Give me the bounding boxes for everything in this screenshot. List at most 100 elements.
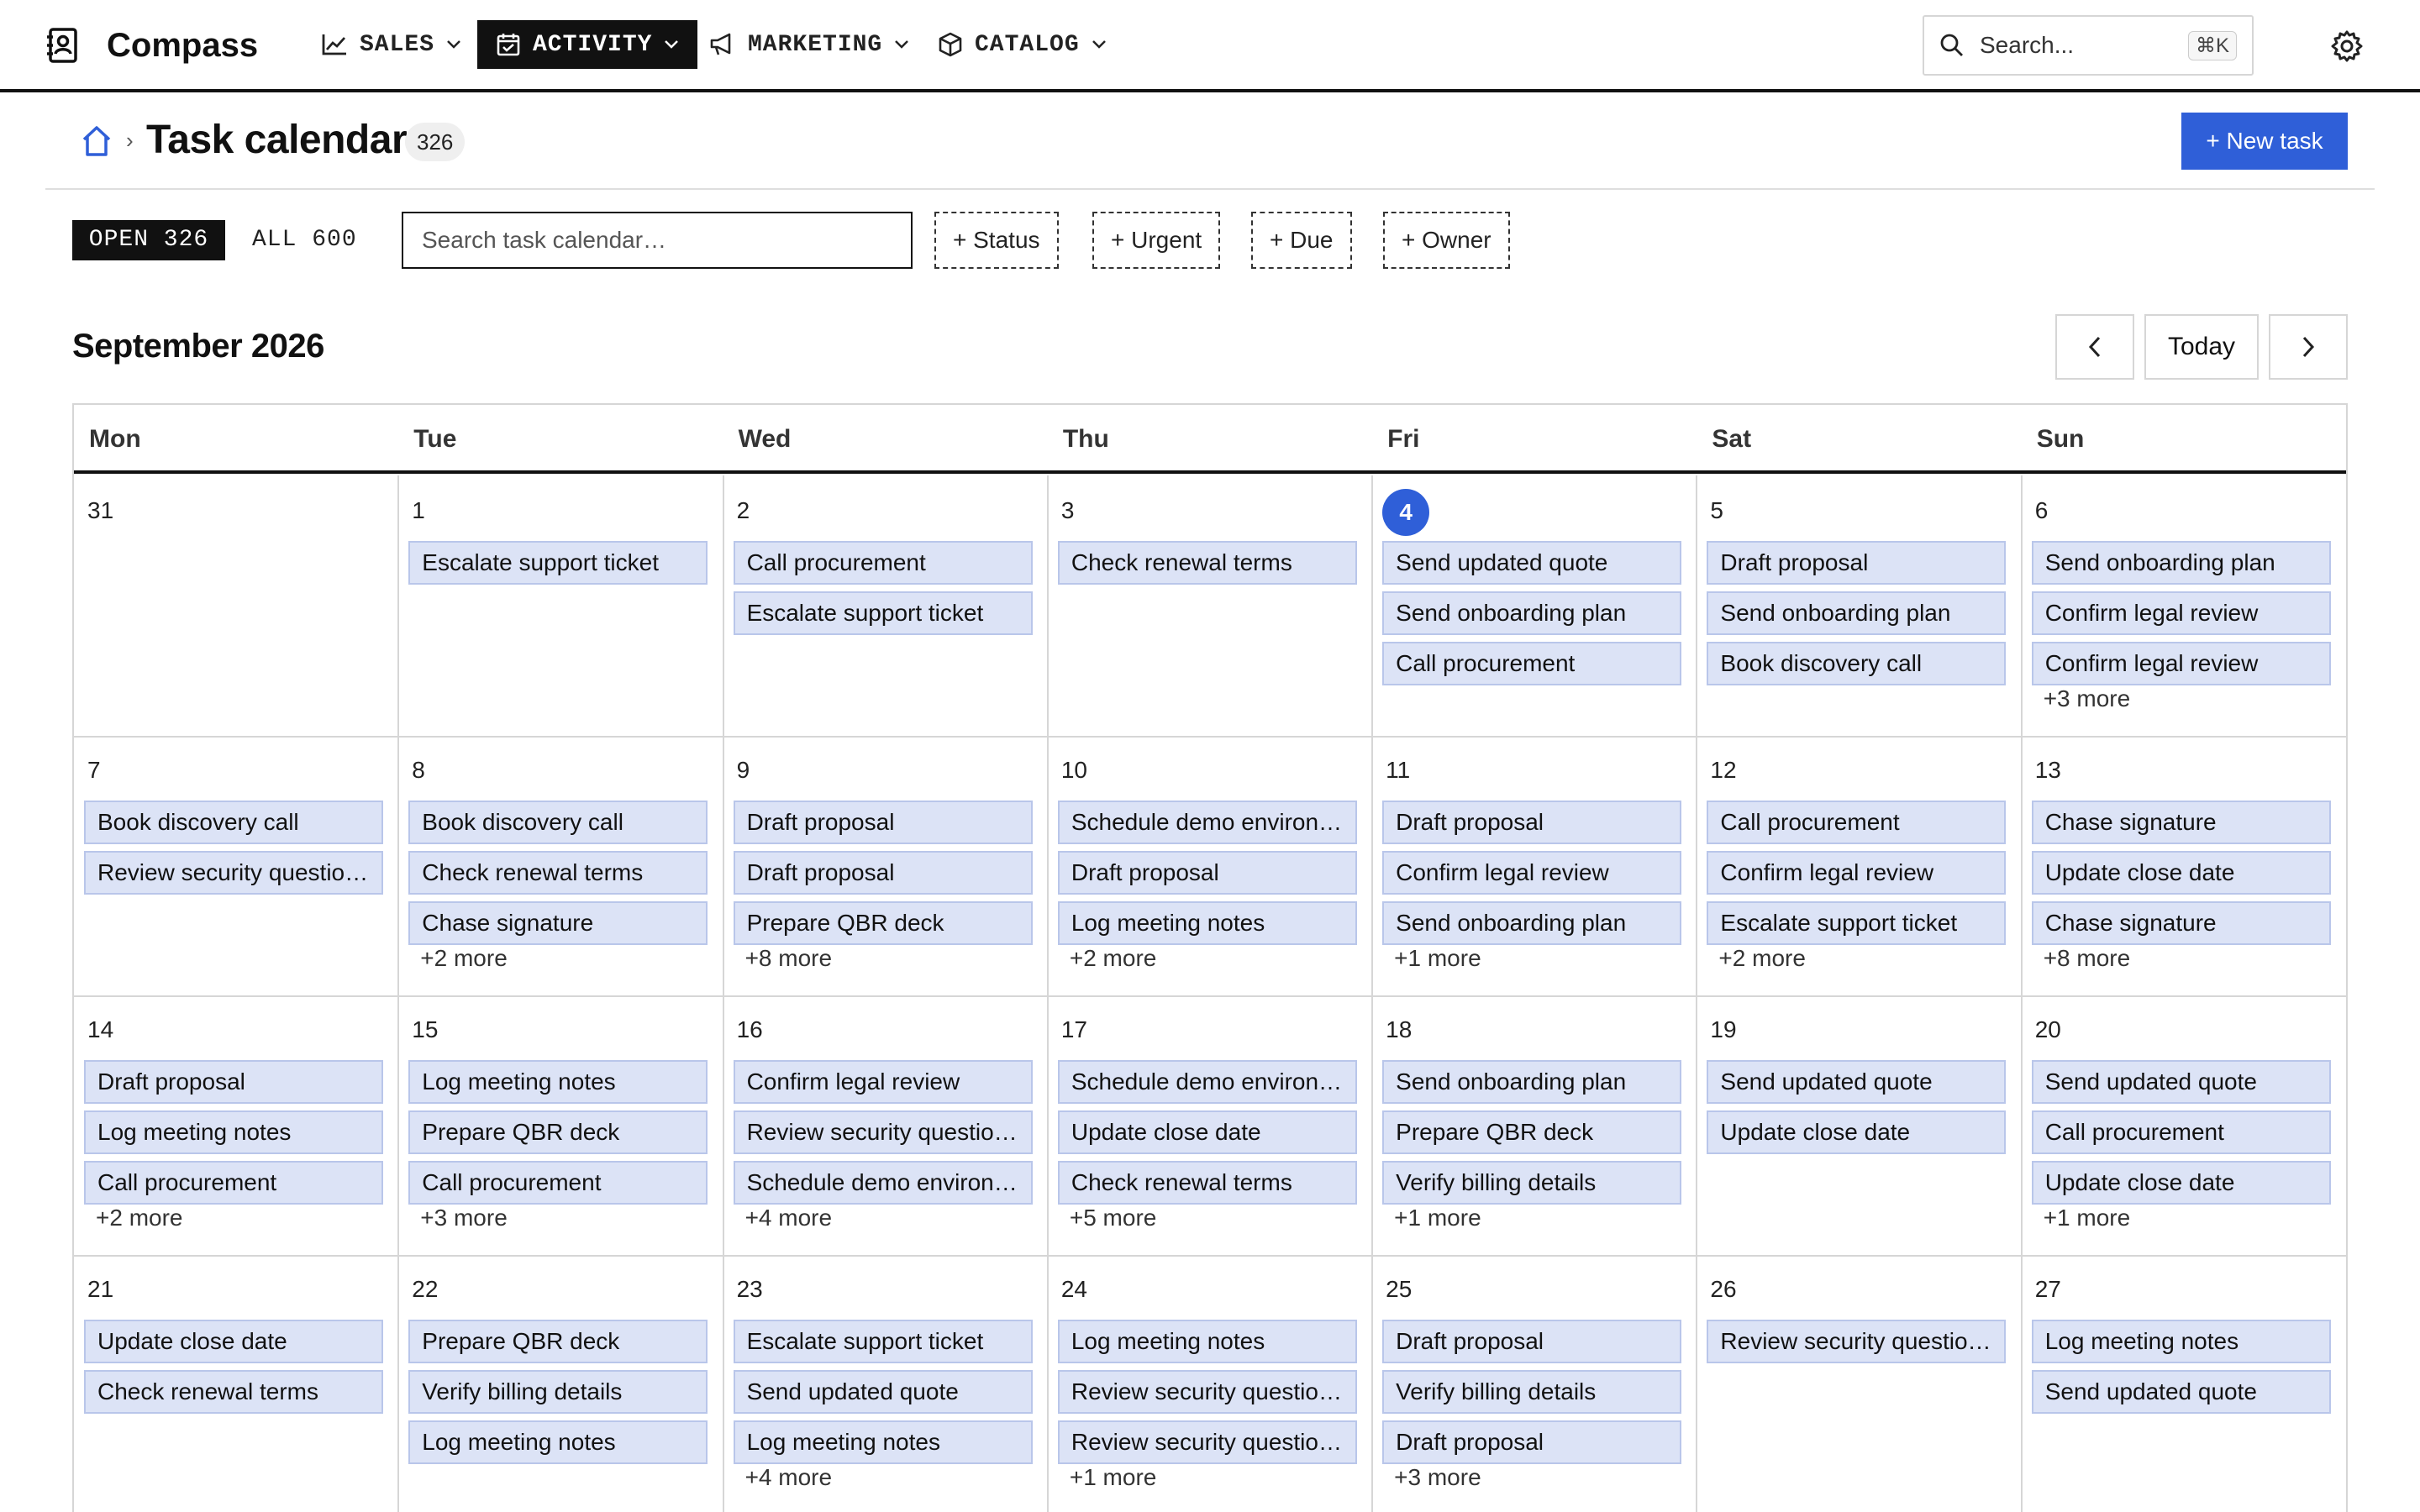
filter-segment-all[interactable]: ALL 600 — [252, 220, 357, 260]
task-chip[interactable]: Draft proposal — [1382, 801, 1682, 844]
task-chip[interactable]: Check renewal terms — [408, 851, 708, 895]
day-cell[interactable]: 20 Send updated quote Call procurement Upda… — [2022, 996, 2346, 1256]
day-cell[interactable]: 31 — [74, 477, 398, 737]
task-chip[interactable]: Update close date — [1707, 1110, 2007, 1154]
gear-icon[interactable] — [2329, 29, 2365, 64]
task-chip[interactable]: Check renewal terms — [1057, 541, 1357, 585]
day-cell[interactable]: 8 Book discovery call Check renewal terms C… — [398, 737, 723, 996]
task-chip[interactable]: Prepare QBR deck — [1382, 1110, 1682, 1154]
filter-chip-due[interactable]: + Due — [1251, 212, 1352, 269]
task-chip[interactable]: Call procurement — [733, 541, 1033, 585]
next-month-button[interactable] — [2269, 314, 2348, 380]
task-chip[interactable]: Log meeting notes — [408, 1060, 708, 1104]
task-chip[interactable]: Prepare QBR deck — [408, 1320, 708, 1363]
task-chip[interactable]: Review security questio… — [733, 1110, 1033, 1154]
day-cell[interactable]: 21 Update close date Check renewal terms — [74, 1256, 398, 1512]
nav-tab-sales[interactable]: SALES — [302, 20, 480, 69]
task-chip[interactable]: Send updated quote — [2031, 1060, 2331, 1104]
day-cell[interactable]: 25 Draft proposal Verify billing details Dr… — [1372, 1256, 1697, 1512]
day-cell[interactable]: 12 Call procurement Confirm legal review Es… — [1697, 737, 2021, 996]
task-chip[interactable]: Verify billing details — [408, 1370, 708, 1414]
task-chip[interactable]: Call procurement — [408, 1161, 708, 1205]
task-chip[interactable]: Send onboarding plan — [1707, 591, 2007, 635]
day-cell[interactable]: 14 Draft proposal Log meeting notes Call pr… — [74, 996, 398, 1256]
more-tasks-link[interactable]: +4 more — [745, 1205, 833, 1231]
day-cell[interactable]: 13 Chase signature Update close date Chase … — [2022, 737, 2346, 996]
task-chip[interactable]: Confirm legal review — [2031, 591, 2331, 635]
filter-chip-owner[interactable]: + Owner — [1383, 212, 1510, 269]
nav-tab-catalog[interactable]: CATALOG — [919, 20, 1125, 69]
task-chip[interactable]: Escalate support ticket — [1707, 901, 2007, 945]
more-tasks-link[interactable]: +8 more — [745, 945, 833, 972]
day-cell[interactable]: 6 Send onboarding plan Confirm legal revie… — [2022, 477, 2346, 737]
task-chip[interactable]: Draft proposal — [1382, 1420, 1682, 1464]
task-chip[interactable]: Check renewal terms — [84, 1370, 383, 1414]
day-cell[interactable]: 5 Draft proposal Send onboarding plan Book … — [1697, 477, 2021, 737]
task-chip[interactable]: Call procurement — [1382, 642, 1682, 685]
day-cell[interactable]: 17 Schedule demo environ… Update close dat… — [1048, 996, 1372, 1256]
task-chip[interactable]: Log meeting notes — [733, 1420, 1033, 1464]
more-tasks-link[interactable]: +8 more — [2044, 945, 2131, 972]
task-chip[interactable]: Review security questio… — [1057, 1370, 1357, 1414]
more-tasks-link[interactable]: +1 more — [1394, 1205, 1481, 1231]
day-cell[interactable]: 4 Send updated quote Send onboarding plan C… — [1372, 477, 1697, 737]
global-search-input[interactable]: Search... ⌘K — [1923, 15, 2254, 76]
day-cell[interactable]: 1 Escalate support ticket — [398, 477, 723, 737]
calendar-search-input[interactable]: Search task calendar… — [402, 212, 913, 269]
task-chip[interactable]: Verify billing details — [1382, 1161, 1682, 1205]
task-chip[interactable]: Call procurement — [2031, 1110, 2331, 1154]
task-chip[interactable]: Book discovery call — [84, 801, 383, 844]
task-chip[interactable]: Draft proposal — [84, 1060, 383, 1104]
task-chip[interactable]: Verify billing details — [1382, 1370, 1682, 1414]
day-cell[interactable]: 19 Send updated quote Update close date — [1697, 996, 2021, 1256]
more-tasks-link[interactable]: +2 more — [96, 1205, 183, 1231]
task-chip[interactable]: Confirm legal review — [2031, 642, 2331, 685]
day-cell[interactable]: 9 Draft proposal Draft proposal Prepare QBR… — [723, 737, 1048, 996]
task-chip[interactable]: Escalate support ticket — [733, 591, 1033, 635]
more-tasks-link[interactable]: +1 more — [1394, 945, 1481, 972]
task-chip[interactable]: Review security questio… — [1057, 1420, 1357, 1464]
task-chip[interactable]: Review security questio… — [84, 851, 383, 895]
task-chip[interactable]: Send updated quote — [733, 1370, 1033, 1414]
task-chip[interactable]: Send onboarding plan — [2031, 541, 2331, 585]
new-task-button[interactable]: + New task — [2181, 113, 2348, 170]
task-chip[interactable]: Send onboarding plan — [1382, 901, 1682, 945]
day-cell[interactable]: 23 Escalate support ticket Send updated qu… — [723, 1256, 1048, 1512]
day-cell[interactable]: 18 Send onboarding plan Prepare QBR deck Ve… — [1372, 996, 1697, 1256]
task-chip[interactable]: Update close date — [1057, 1110, 1357, 1154]
day-cell[interactable]: 15 Log meeting notes Prepare QBR deck Call … — [398, 996, 723, 1256]
task-chip[interactable]: Confirm legal review — [1382, 851, 1682, 895]
day-cell[interactable]: 7 Book discovery call Review security ques… — [74, 737, 398, 996]
nav-tab-activity[interactable]: ACTIVITY — [477, 20, 698, 69]
more-tasks-link[interactable]: +3 more — [2044, 685, 2131, 712]
day-cell[interactable]: 3 Check renewal terms — [1048, 477, 1372, 737]
day-cell[interactable]: 11 Draft proposal Confirm legal review Send… — [1372, 737, 1697, 996]
more-tasks-link[interactable]: +4 more — [745, 1464, 833, 1491]
task-chip[interactable]: Check renewal terms — [1057, 1161, 1357, 1205]
task-chip[interactable]: Draft proposal — [733, 801, 1033, 844]
previous-month-button[interactable] — [2055, 314, 2134, 380]
task-chip[interactable]: Call procurement — [84, 1161, 383, 1205]
task-chip[interactable]: Send onboarding plan — [1382, 1060, 1682, 1104]
task-chip[interactable]: Send updated quote — [1382, 541, 1682, 585]
task-chip[interactable]: Confirm legal review — [733, 1060, 1033, 1104]
task-chip[interactable]: Escalate support ticket — [408, 541, 708, 585]
task-chip[interactable]: Log meeting notes — [408, 1420, 708, 1464]
more-tasks-link[interactable]: +2 more — [420, 945, 508, 972]
home-icon[interactable] — [81, 124, 113, 158]
task-chip[interactable]: Book discovery call — [408, 801, 708, 844]
day-cell[interactable]: 22 Prepare QBR deck Verify billing details… — [398, 1256, 723, 1512]
task-chip[interactable]: Chase signature — [2031, 901, 2331, 945]
task-chip[interactable]: Draft proposal — [733, 851, 1033, 895]
task-chip[interactable]: Prepare QBR deck — [408, 1110, 708, 1154]
day-cell[interactable]: 10 Schedule demo environ… Draft proposal Lo… — [1048, 737, 1372, 996]
task-chip[interactable]: Draft proposal — [1057, 851, 1357, 895]
task-chip[interactable]: Update close date — [84, 1320, 383, 1363]
task-chip[interactable]: Log meeting notes — [2031, 1320, 2331, 1363]
task-chip[interactable]: Draft proposal — [1382, 1320, 1682, 1363]
task-chip[interactable]: Send updated quote — [1707, 1060, 2007, 1104]
task-chip[interactable]: Log meeting notes — [1057, 1320, 1357, 1363]
task-chip[interactable]: Log meeting notes — [1057, 901, 1357, 945]
task-chip[interactable]: Update close date — [2031, 851, 2331, 895]
task-chip[interactable]: Chase signature — [408, 901, 708, 945]
